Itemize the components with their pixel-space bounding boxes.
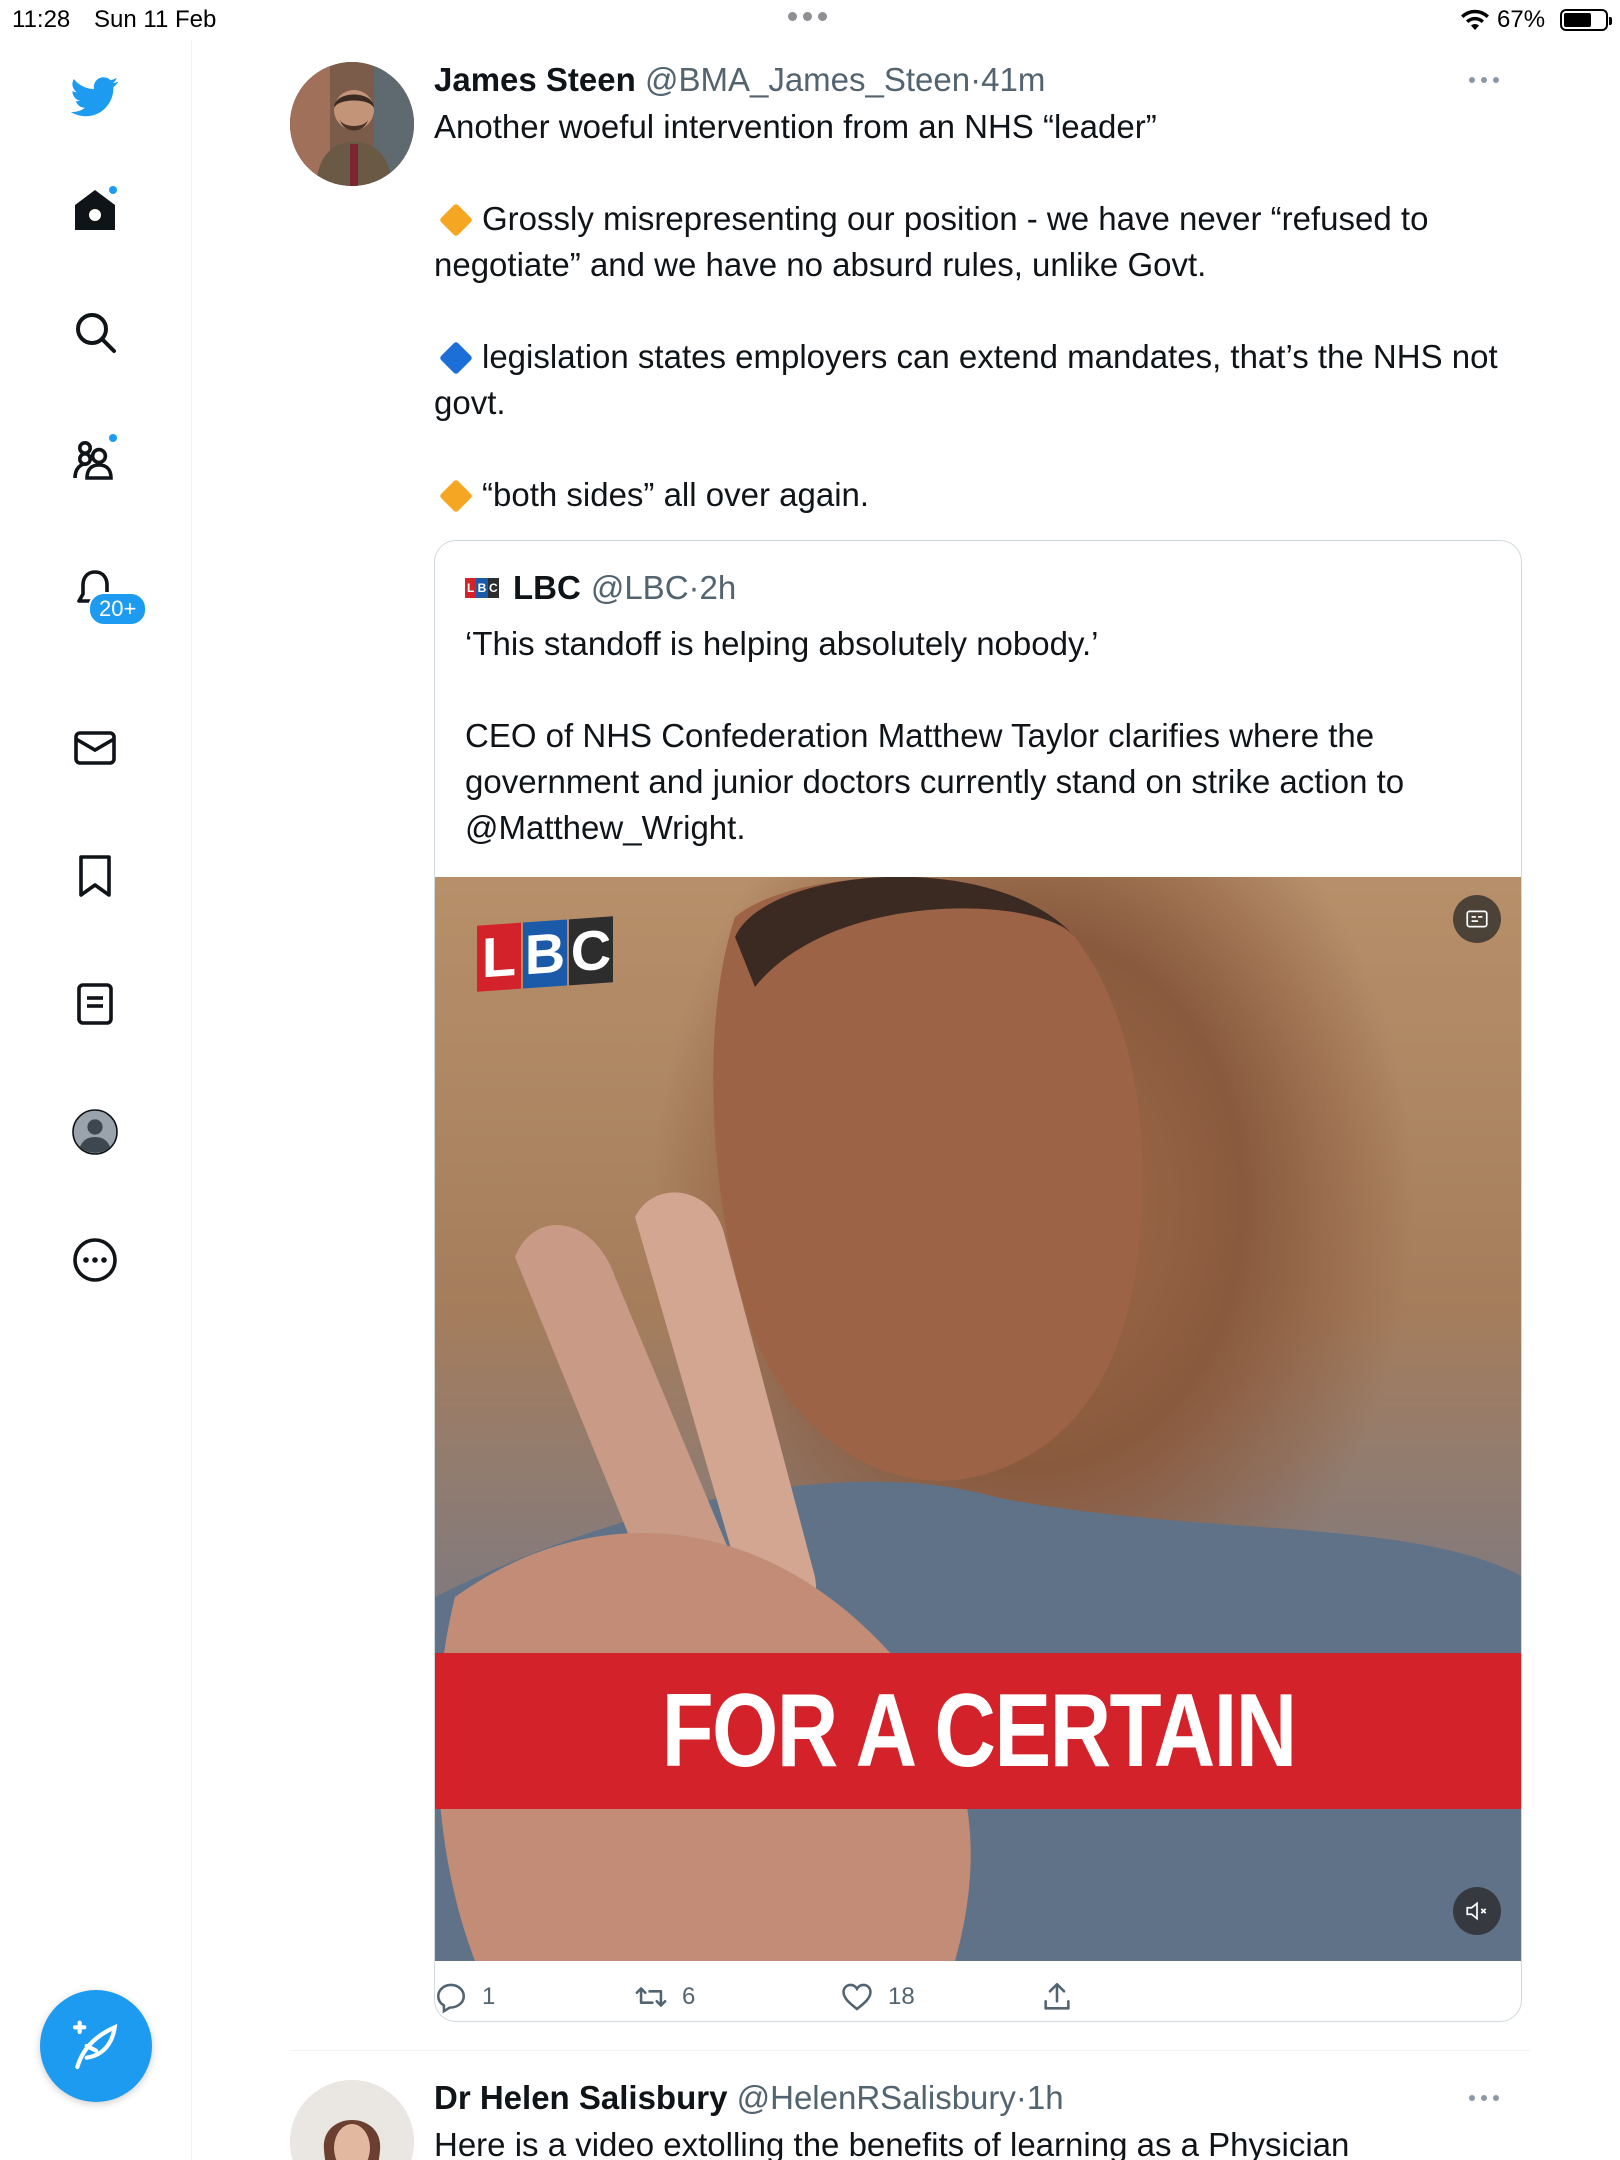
- tweet-header: James Steen @BMA_James_Steen·41m: [434, 56, 1514, 104]
- quoted-author-name[interactable]: LBC: [513, 569, 581, 607]
- list-icon[interactable]: [63, 972, 127, 1036]
- captions-icon[interactable]: [1453, 895, 1501, 943]
- twitter-bird-icon[interactable]: [63, 64, 127, 128]
- separator: ·: [688, 569, 700, 606]
- tweet-text: Here is a video extolling the benefits o…: [434, 2126, 1350, 2160]
- mute-icon[interactable]: [1453, 1887, 1501, 1935]
- more-options-icon[interactable]: [1468, 2090, 1500, 2101]
- more-circle-icon[interactable]: [63, 1228, 127, 1292]
- status-time: 11:28: [12, 6, 71, 33]
- retweet-count: 6: [682, 1983, 696, 2010]
- author-name[interactable]: Dr Helen Salisbury: [434, 2079, 727, 2116]
- reply-button[interactable]: 1: [434, 1980, 495, 2014]
- tweet-line-3: legislation states employers can extend …: [434, 338, 1498, 421]
- blue-diamond-icon: [439, 341, 473, 375]
- quoted-tweet-header: LBC LBC @LBC · 2h: [465, 569, 736, 607]
- orange-diamond-icon: [439, 203, 473, 237]
- author-handle[interactable]: @HelenRSalisbury: [737, 2079, 1016, 2116]
- wifi-icon: [1460, 8, 1490, 39]
- tweet-actions: 1 6 18: [434, 1980, 1134, 2020]
- tweet-line-4: “both sides” all over again.: [434, 472, 1514, 518]
- like-count: 18: [888, 1983, 915, 2010]
- battery-level-fill: [1564, 13, 1591, 27]
- author-name[interactable]: James Steen: [434, 61, 636, 98]
- tweet-divider: [290, 2050, 1530, 2051]
- profile-icon[interactable]: [63, 1100, 127, 1164]
- quoted-text-2: CEO of NHS Confederation Matthew Taylor …: [465, 717, 1405, 846]
- video-player[interactable]: L B C FOR A CERTAIN: [435, 877, 1521, 1961]
- more-options-icon[interactable]: [1468, 72, 1500, 83]
- tweet-line-2: Grossly misrepresenting our position - w…: [434, 200, 1429, 283]
- heart-icon: [842, 1983, 872, 2011]
- retweet-button[interactable]: 6: [634, 1980, 695, 2014]
- compose-button[interactable]: [40, 1990, 152, 2102]
- tweet-header: Dr Helen Salisbury @HelenRSalisbury·1h: [434, 2074, 1514, 2122]
- status-date: Sun 11 Feb: [94, 6, 217, 33]
- avatar[interactable]: [290, 2080, 414, 2160]
- tweet-time[interactable]: 1h: [1027, 2079, 1064, 2116]
- sidebar-nav: 20+: [0, 40, 192, 2160]
- share-icon: [1044, 1982, 1070, 2010]
- home-notification-dot: [107, 184, 119, 196]
- home-icon[interactable]: [63, 178, 127, 242]
- video-caption: FOR A CERTAIN: [435, 1653, 1521, 1809]
- mail-icon[interactable]: [63, 716, 127, 780]
- reply-count: 1: [482, 1983, 496, 2010]
- share-button[interactable]: [1040, 1980, 1074, 2014]
- status-bar: 11:28 Sun 11 Feb 67%: [0, 0, 1620, 40]
- tweet-time[interactable]: 41m: [981, 61, 1045, 98]
- quoted-author-handle[interactable]: @LBC: [591, 569, 689, 607]
- search-icon[interactable]: [63, 300, 127, 364]
- quoted-text-1: ‘This standoff is helping absolutely nob…: [465, 625, 1099, 662]
- quoted-tweet-time: 2h: [699, 569, 737, 606]
- lbc-logo: L B C: [477, 916, 613, 992]
- separator: ·: [970, 61, 982, 98]
- compose-feather-icon: [72, 2020, 118, 2070]
- separator: ·: [1015, 2079, 1027, 2116]
- tweet-line-1: Another woeful intervention from an NHS …: [434, 108, 1157, 145]
- quoted-tweet-text: ‘This standoff is helping absolutely nob…: [465, 621, 1495, 851]
- battery-icon: [1560, 9, 1612, 31]
- avatar[interactable]: [290, 62, 414, 186]
- notifications-badge: 20+: [88, 592, 148, 626]
- retweet-icon: [635, 1987, 667, 2007]
- communities-notification-dot: [107, 432, 119, 444]
- battery-percent: 67%: [1497, 6, 1546, 33]
- orange-diamond-icon: [439, 479, 473, 513]
- bookmark-icon[interactable]: [63, 844, 127, 908]
- communities-icon[interactable]: [63, 428, 127, 492]
- lbc-avatar[interactable]: LBC: [465, 578, 499, 598]
- reply-icon: [436, 1983, 466, 2014]
- tweet-text: Another woeful intervention from an NHS …: [434, 104, 1514, 518]
- quoted-tweet[interactable]: LBC LBC @LBC · 2h ‘This standoff is helpin…: [434, 540, 1522, 2022]
- like-button[interactable]: 18: [840, 1980, 915, 2014]
- multitasking-dots[interactable]: [788, 12, 827, 21]
- author-handle[interactable]: @BMA_James_Steen: [645, 61, 970, 98]
